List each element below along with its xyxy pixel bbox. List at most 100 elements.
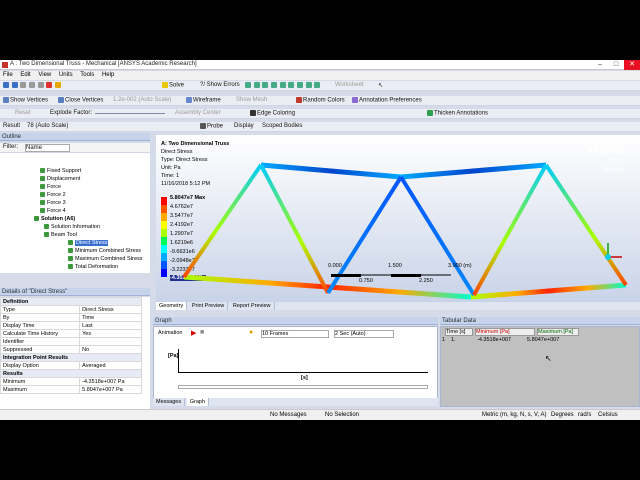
tab-report-preview[interactable]: Report Preview: [230, 302, 275, 310]
details-key: Minimum: [0, 377, 81, 386]
tree-item-force-4[interactable]: Force 4: [40, 207, 66, 215]
details-row[interactable]: Calculate Time History Yes: [0, 329, 142, 338]
show-errors-button[interactable]: ?/ Show Errors: [200, 82, 240, 88]
menu-view[interactable]: View: [35, 71, 54, 79]
tab-graph[interactable]: Graph: [186, 398, 210, 406]
assembly-center-dropdown[interactable]: Assembly Center: [175, 110, 221, 116]
play-button[interactable]: ▶: [191, 329, 196, 337]
tab-print-preview[interactable]: Print Preview: [189, 302, 229, 310]
details-row[interactable]: Display Time Last: [0, 321, 142, 330]
reset-button[interactable]: Reset: [15, 110, 31, 116]
tree-item-solution-information[interactable]: Solution Information: [44, 223, 100, 231]
cursor-icon[interactable]: ↖: [378, 82, 383, 89]
details-row[interactable]: By Time: [0, 313, 142, 322]
details-row[interactable]: Display Option Averaged: [0, 361, 142, 370]
menu-edit[interactable]: Edit: [17, 71, 33, 79]
truss-member-1[interactable]: [182, 163, 263, 279]
details-key: Identifier: [0, 337, 81, 346]
duration-dropdown[interactable]: 2 Sec (Auto): [334, 330, 394, 338]
close-vertices-button[interactable]: Close Vertices: [58, 97, 103, 104]
col-minimum[interactable]: Minimum [Pa]: [475, 328, 535, 336]
tree-item-force-2[interactable]: Force 2: [40, 191, 66, 199]
graphics-toolbar: Show Vertices Close Vertices 1.2e-002 (A…: [0, 96, 640, 106]
tree-item-beam-tool[interactable]: Beam Tool: [44, 231, 77, 239]
status-check-icon: [40, 208, 45, 214]
tree-item-force[interactable]: Force: [40, 183, 61, 191]
graph-plot-area[interactable]: [178, 349, 428, 373]
menu-help[interactable]: Help: [99, 71, 117, 79]
details-row[interactable]: Minimum -4.3518e+007 Pa: [0, 377, 142, 386]
light-bulb-icon[interactable]: ●: [249, 329, 253, 336]
details-row[interactable]: Maximum 5.8047e+007 Pa: [0, 385, 142, 394]
status-units[interactable]: Metric (m, kg, N, s, V, A): [482, 412, 546, 418]
edge-coloring-button[interactable]: Edge Coloring: [250, 110, 295, 117]
status-messages[interactable]: No Messages: [270, 412, 307, 418]
explode-slider[interactable]: [95, 113, 165, 114]
cell-time[interactable]: 1.: [451, 337, 456, 343]
show-vertices-button[interactable]: Show Vertices: [3, 97, 48, 104]
explode-factor-label: Explode Factor:: [50, 110, 93, 116]
truss-member-4[interactable]: [399, 175, 476, 297]
menu-file[interactable]: File: [0, 71, 16, 79]
thicken-icon: [427, 110, 433, 116]
status-angle[interactable]: Degrees: [551, 412, 574, 418]
truss-member-6[interactable]: [544, 163, 628, 287]
result-scale-dropdown[interactable]: 78 (Auto Scale): [27, 123, 68, 129]
tree-item-solution[interactable]: Solution (A6): [34, 215, 75, 223]
truss-top-chord-right[interactable]: [400, 162, 547, 180]
annotation-prefs-button[interactable]: Annotation Preferences: [352, 97, 422, 104]
solve-button[interactable]: Solve: [162, 82, 184, 89]
probe-button[interactable]: Probe: [200, 123, 223, 130]
tabular-header: Tabular Data: [440, 317, 640, 325]
truss-member-2[interactable]: [259, 164, 330, 294]
frames-dropdown[interactable]: 10 Frames: [261, 330, 329, 338]
minimize-button[interactable]: –: [592, 60, 608, 70]
graphics-viewport[interactable]: A: Two Dimensional Truss Direct Stress T…: [156, 135, 640, 302]
cell-minimum[interactable]: -4.3518e+007: [477, 337, 511, 343]
truss-top-chord-left[interactable]: [260, 162, 402, 180]
toolbar-icons-group[interactable]: [3, 82, 62, 89]
show-mesh-button[interactable]: Show Mesh: [236, 97, 267, 103]
wireframe-button[interactable]: Wireframe: [186, 97, 221, 104]
filter-dropdown[interactable]: Name: [25, 144, 70, 152]
tree-item-fixed-support[interactable]: Fixed Support: [40, 167, 81, 175]
details-section-integration[interactable]: Integration Point Results: [0, 353, 142, 362]
graph-timeline[interactable]: [178, 385, 428, 389]
tree-item-maximum-combined-stress[interactable]: Maximum Combined Stress: [68, 255, 143, 263]
tree-item-displacement[interactable]: Displacement: [40, 175, 80, 183]
details-value: Direct Stress: [79, 305, 142, 314]
tab-messages[interactable]: Messages: [153, 398, 186, 406]
random-colors-button[interactable]: Random Colors: [296, 97, 345, 104]
stop-button[interactable]: ■: [200, 329, 204, 336]
scale-dropdown[interactable]: 1.2e-002 (Auto Scale): [113, 97, 171, 103]
tree-item-total-deformation[interactable]: Total Deformation: [68, 263, 118, 271]
details-section-definition[interactable]: Definition: [0, 297, 142, 306]
status-temp[interactable]: Celsius: [598, 412, 618, 418]
wireframe-icon: [186, 97, 192, 103]
display-dropdown[interactable]: Scoped Bodies: [262, 123, 302, 129]
truss-member-5[interactable]: [472, 164, 548, 296]
toolbar-icons-view[interactable]: [245, 82, 321, 89]
close-button[interactable]: ✕: [624, 60, 640, 70]
menu-tools[interactable]: Tools: [77, 71, 97, 79]
details-value: Last: [79, 321, 142, 330]
menu-units[interactable]: Units: [56, 71, 76, 79]
col-maximum[interactable]: Maximum [Pa]: [537, 328, 579, 336]
thicken-annotations-button[interactable]: Thicken Annotations: [427, 110, 488, 117]
details-section-results[interactable]: Results: [0, 369, 142, 378]
truss-bottom-chord-right[interactable]: [470, 282, 627, 300]
worksheet-button[interactable]: Worksheet: [335, 82, 364, 88]
status-rate[interactable]: rad/s: [578, 412, 591, 418]
details-row[interactable]: Identifier: [0, 337, 142, 346]
col-time[interactable]: Time [s]: [445, 328, 473, 336]
maximize-button[interactable]: □: [608, 60, 624, 70]
details-row[interactable]: Suppressed No: [0, 345, 142, 354]
tree-item-minimum-combined-stress[interactable]: Minimum Combined Stress: [68, 247, 141, 255]
details-key: Suppressed: [0, 345, 81, 354]
tab-geometry[interactable]: Geometry: [156, 302, 188, 310]
tree-item-direct-stress[interactable]: Direct Stress: [68, 239, 109, 247]
cell-maximum[interactable]: 5.8047e+007: [527, 337, 559, 343]
details-row[interactable]: Type Direct Stress: [0, 305, 142, 314]
tree-item-force-3[interactable]: Force 3: [40, 199, 66, 207]
scale-label-4: 2.250: [419, 278, 433, 284]
